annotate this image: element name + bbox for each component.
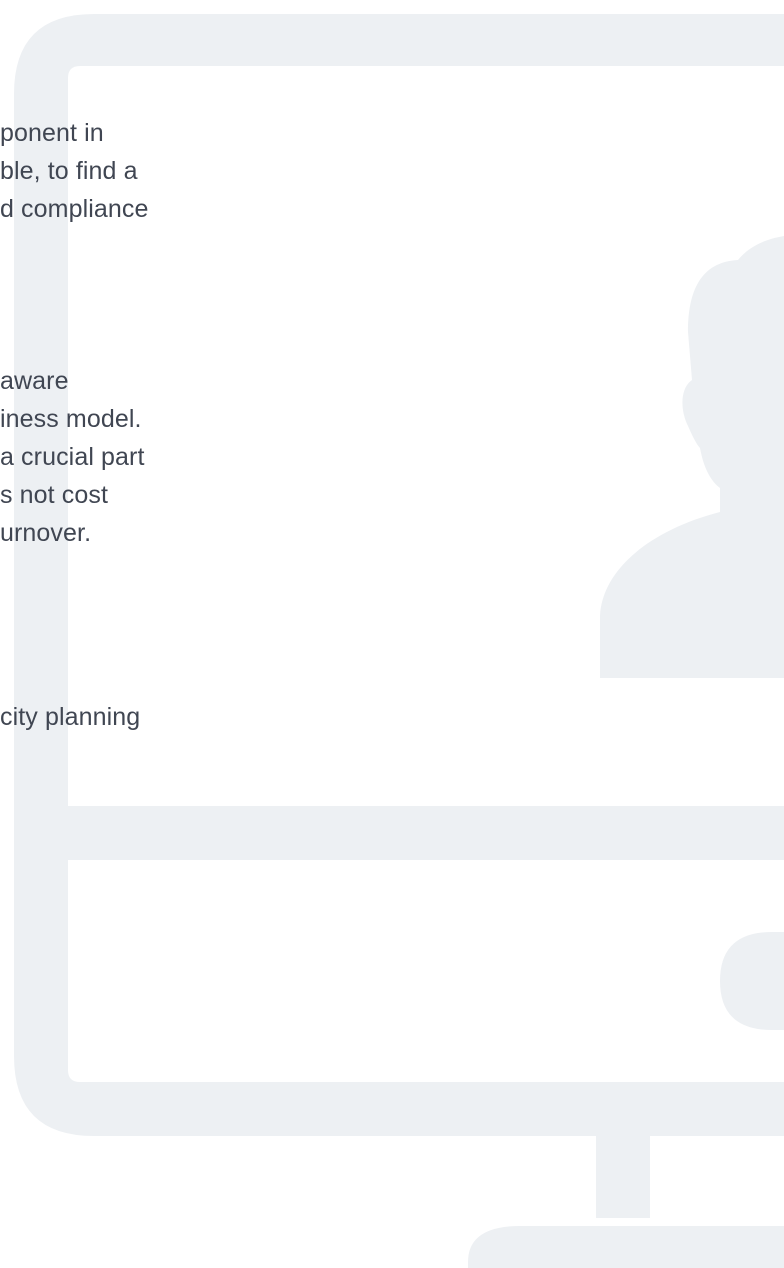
paragraph-3: city planning — [0, 698, 140, 736]
text-line: ble, to find a — [0, 157, 138, 185]
text-line: iness model. — [0, 405, 142, 433]
text-line: ponent in — [0, 119, 104, 147]
text-line: s not cost — [0, 481, 108, 509]
text-line: aware — [0, 367, 69, 395]
text-line: d compliance — [0, 195, 149, 223]
page: ponent in ble, to find a d compliance aw… — [0, 0, 784, 1268]
text-line: city planning — [0, 703, 141, 731]
paragraph-2: aware iness model. a crucial part s not … — [0, 362, 145, 552]
paragraph-1: ponent in ble, to find a d compliance — [0, 114, 149, 228]
text-line: a crucial part — [0, 443, 145, 471]
text-line: urnover. — [0, 519, 92, 547]
